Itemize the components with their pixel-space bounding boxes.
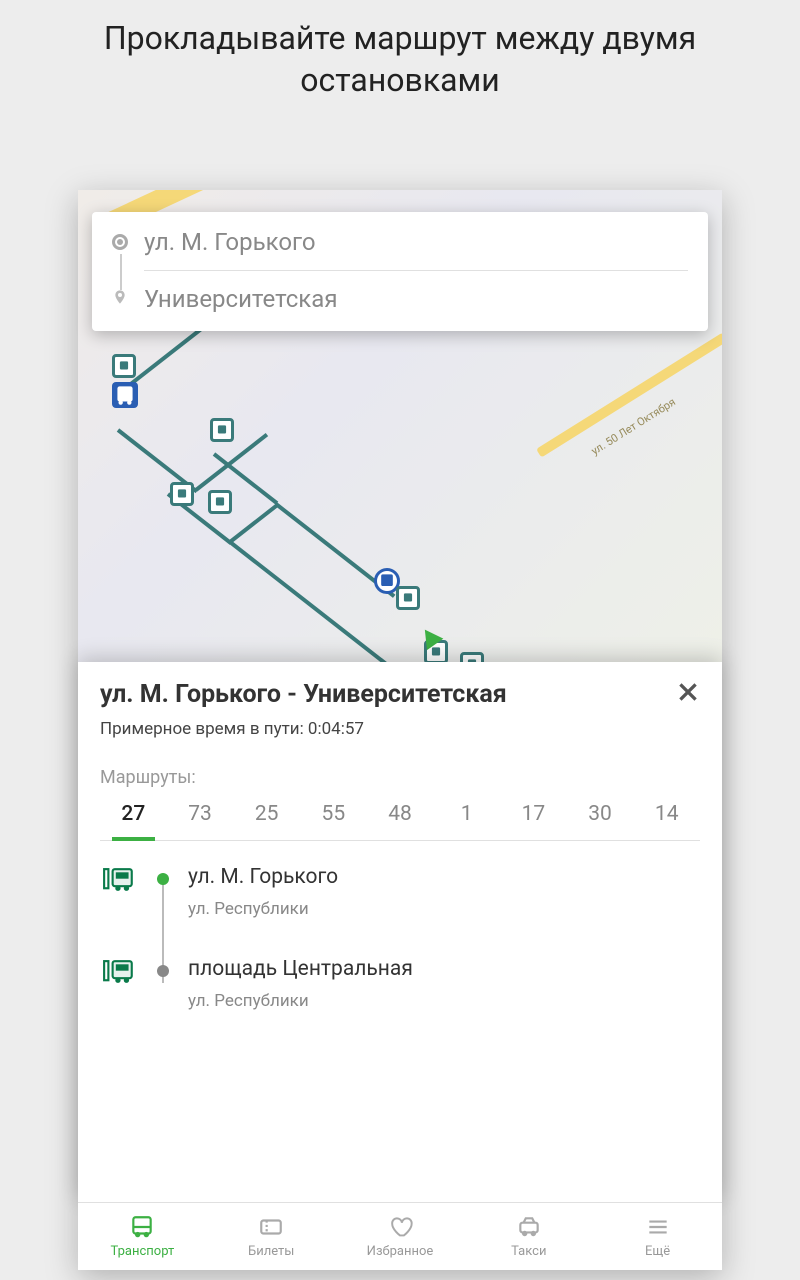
bus-icon bbox=[102, 865, 136, 895]
route-tab-1[interactable]: 1 bbox=[433, 802, 500, 840]
stop-icon-col bbox=[100, 957, 138, 987]
nav-label: Ещё bbox=[645, 1244, 670, 1259]
travel-time-label: Примерное время в пути: 0:04:57 bbox=[100, 719, 700, 739]
stop-dot-col bbox=[156, 957, 170, 977]
nav-label: Билеты bbox=[248, 1244, 294, 1259]
stop-dot-col bbox=[156, 865, 170, 885]
bus-icon bbox=[102, 957, 136, 987]
header-text: Прокладывайте маршрут между двумя остано… bbox=[0, 0, 800, 101]
bus-stop-origin[interactable] bbox=[112, 382, 138, 408]
nav-item-ticket[interactable]: Билеты bbox=[207, 1203, 336, 1270]
ticket-icon bbox=[258, 1214, 284, 1240]
stop-dot bbox=[157, 965, 169, 977]
stop-sub: ул. Республики bbox=[188, 899, 700, 919]
route-tabs: 27732555481173014 bbox=[100, 802, 700, 841]
origin-row[interactable]: ул. М. Горького bbox=[112, 228, 688, 256]
route-tab-55[interactable]: 55 bbox=[300, 802, 367, 840]
heart-icon bbox=[387, 1214, 413, 1240]
stop-row[interactable]: площадь Центральная ул. Республики bbox=[100, 957, 700, 1049]
phone-frame: ул. 50 Лет Октября ул. М. Горького bbox=[78, 190, 722, 1270]
stop-name: площадь Центральная bbox=[188, 957, 700, 981]
search-divider bbox=[144, 270, 688, 271]
stop-icon-col bbox=[100, 865, 138, 895]
close-icon bbox=[675, 679, 701, 705]
pin-icon bbox=[112, 289, 128, 309]
nav-item-bus[interactable]: Транспорт bbox=[78, 1203, 207, 1270]
bus-stop-icon[interactable] bbox=[208, 490, 232, 514]
panel-header: ул. М. Горького - Университетская Пример… bbox=[78, 662, 722, 749]
stop-text: площадь Центральная ул. Республики bbox=[188, 957, 700, 1011]
bus-stop-icon[interactable] bbox=[112, 354, 136, 378]
more-icon bbox=[645, 1214, 671, 1240]
bus-stop-icon[interactable] bbox=[396, 586, 420, 610]
route-tab-48[interactable]: 48 bbox=[367, 802, 434, 840]
route-tab-30[interactable]: 30 bbox=[567, 802, 634, 840]
route-panel: ул. М. Горького - Университетская Пример… bbox=[78, 662, 722, 1202]
bus-stop-icon[interactable] bbox=[170, 482, 194, 506]
origin-icon bbox=[112, 234, 128, 250]
route-tab-17[interactable]: 17 bbox=[500, 802, 567, 840]
panel-title: ул. М. Горького - Университетская bbox=[100, 680, 700, 709]
nav-item-taxi[interactable]: Такси bbox=[464, 1203, 593, 1270]
nav-label: Транспорт bbox=[111, 1244, 175, 1259]
route-tab-27[interactable]: 27 bbox=[100, 802, 167, 840]
bus-stop-icon[interactable] bbox=[210, 418, 234, 442]
routes-label: Маршруты: bbox=[100, 767, 700, 788]
search-card: ул. М. Горького Университетская bbox=[92, 212, 708, 331]
bus-icon bbox=[129, 1214, 155, 1240]
stop-dot bbox=[157, 873, 169, 885]
destination-row[interactable]: Университетская bbox=[112, 285, 688, 313]
stop-name: ул. М. Горького bbox=[188, 865, 700, 889]
routes-section: Маршруты: 27732555481173014 bbox=[78, 749, 722, 841]
route-tab-73[interactable]: 73 bbox=[167, 802, 234, 840]
stops-list: ул. М. Горького ул. Республики площадь Ц… bbox=[78, 841, 722, 1202]
route-tab-25[interactable]: 25 bbox=[233, 802, 300, 840]
destination-text: Университетская bbox=[144, 285, 338, 313]
origin-text: ул. М. Горького bbox=[144, 228, 316, 256]
connector-line bbox=[120, 254, 122, 290]
route-tab-14[interactable]: 14 bbox=[633, 802, 700, 840]
nav-item-more[interactable]: Ещё bbox=[593, 1203, 722, 1270]
close-button[interactable] bbox=[672, 676, 704, 708]
stop-row[interactable]: ул. М. Горького ул. Республики bbox=[100, 865, 700, 957]
taxi-icon bbox=[516, 1214, 542, 1240]
nav-item-heart[interactable]: Избранное bbox=[336, 1203, 465, 1270]
stop-sub: ул. Республики bbox=[188, 991, 700, 1011]
stop-text: ул. М. Горького ул. Республики bbox=[188, 865, 700, 919]
bottom-nav: Транспорт Билеты Избранное Такси Ещё bbox=[78, 1202, 722, 1270]
nav-label: Такси bbox=[511, 1244, 546, 1259]
nav-label: Избранное bbox=[367, 1244, 434, 1259]
